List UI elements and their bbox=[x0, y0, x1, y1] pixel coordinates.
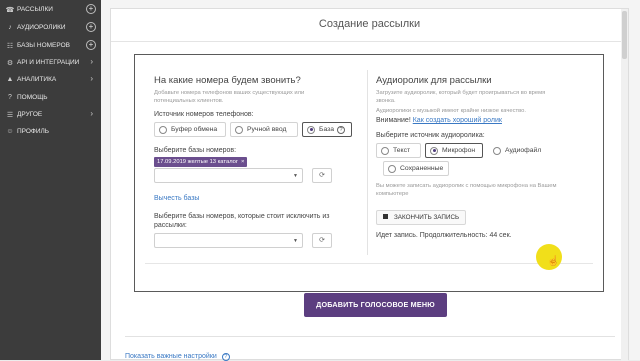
sidebar-item-profile[interactable]: ☺ ПРОФИЛЬ bbox=[0, 123, 101, 140]
audio-hint-line1: Загрузите аудиоролик, который будет прои… bbox=[376, 90, 546, 96]
scrollbar-thumb[interactable] bbox=[622, 11, 627, 59]
scrollbar[interactable] bbox=[621, 9, 628, 361]
radio-circle bbox=[388, 164, 396, 173]
bases-select[interactable]: ▼ bbox=[154, 168, 303, 183]
mailing-settings-box: На какие номера будем звонить? Добавьте … bbox=[134, 54, 604, 292]
radio-circle bbox=[307, 125, 315, 134]
sidebar-item-label: ДРУГОЕ bbox=[17, 111, 43, 118]
sidebar-item-label: АНАЛИТИКА bbox=[17, 76, 57, 83]
refresh-exclude-button[interactable]: ⟳ bbox=[312, 233, 332, 248]
add-voice-menu-button[interactable]: ДОБАВИТЬ ГОЛОСОВОЕ МЕНЮ bbox=[304, 293, 447, 317]
option-label: База bbox=[319, 126, 335, 133]
attention-prefix: Внимание! bbox=[376, 117, 411, 124]
bases-label: Выберите базы номеров: bbox=[154, 147, 237, 154]
database-icon: ☷ bbox=[6, 42, 14, 50]
option-label: Микрофон bbox=[442, 147, 476, 154]
sidebar-item-analytics[interactable]: ▲ АНАЛИТИКА › bbox=[0, 71, 101, 88]
subtract-bases-link[interactable]: Вычесть базы bbox=[154, 195, 199, 202]
sidebar-item-help[interactable]: ? ПОМОЩЬ bbox=[0, 89, 101, 106]
selected-base-tag[interactable]: 17.09.2019 желтые 13 каталог × bbox=[154, 157, 248, 167]
exclude-label-line2: рассылки: bbox=[154, 222, 187, 229]
source-option-clipboard[interactable]: Буфер обмена bbox=[154, 122, 226, 137]
good-clip-link[interactable]: Как создать хороший ролик bbox=[413, 117, 502, 124]
option-label: Буфер обмена bbox=[171, 126, 218, 133]
sidebar-item-label: ПРОФИЛЬ bbox=[17, 128, 50, 135]
sidebar-item-api[interactable]: ⚙ API И ИНТЕГРАЦИИ › bbox=[0, 54, 101, 71]
audio-option-microphone[interactable]: Микрофон bbox=[425, 143, 483, 158]
number-source-label: Источник номеров телефонов: bbox=[154, 111, 254, 118]
refresh-icon: ⟳ bbox=[319, 172, 325, 179]
audio-option-text[interactable]: Текст bbox=[376, 143, 421, 158]
stop-recording-button[interactable]: ЗАКОНЧИТЬ ЗАПИСЬ bbox=[376, 210, 467, 225]
show-settings-label[interactable]: Показать важные настройки bbox=[125, 353, 217, 360]
audio-option-file[interactable]: Аудиофайл bbox=[488, 143, 550, 158]
audio-heading: Аудиоролик для рассылки bbox=[376, 75, 492, 86]
option-label: Аудиофайл bbox=[505, 147, 542, 154]
section-divider bbox=[145, 263, 593, 264]
help-icon: ? bbox=[8, 94, 12, 101]
radio-circle bbox=[159, 125, 167, 134]
page-title: Создание рассылки bbox=[111, 9, 628, 42]
chevron-right-icon: › bbox=[90, 74, 93, 83]
sidebar-item-mailings[interactable]: ☎ РАССЫЛКИ + bbox=[0, 1, 101, 18]
radio-circle bbox=[235, 125, 243, 134]
close-icon[interactable]: × bbox=[241, 159, 244, 165]
refresh-icon: ⟳ bbox=[319, 237, 325, 244]
hand-cursor-icon: ☝ bbox=[547, 256, 560, 267]
sidebar-item-label: РАССЫЛКИ bbox=[17, 6, 53, 13]
refresh-bases-button[interactable]: ⟳ bbox=[312, 168, 332, 183]
option-label: Текст bbox=[393, 147, 411, 154]
audio-hint-line3: Аудиоролики с музыкой имеют крайне низко… bbox=[376, 108, 526, 114]
add-audio-icon[interactable]: + bbox=[86, 22, 96, 32]
chevron-down-icon: ▼ bbox=[293, 238, 298, 244]
sidebar-item-label: API И ИНТЕГРАЦИИ bbox=[17, 59, 80, 66]
recording-status: Идет запись. Продолжительность: 44 сек. bbox=[376, 232, 512, 239]
radio-circle bbox=[493, 146, 501, 155]
radio-circle bbox=[430, 146, 438, 155]
create-mailing-panel: Создание рассылки На какие номера будем … bbox=[110, 8, 629, 361]
audio-icon: ♪ bbox=[8, 24, 12, 31]
main-area: Создание рассылки На какие номера будем … bbox=[101, 0, 640, 361]
chevron-right-icon: › bbox=[90, 109, 93, 118]
stop-icon bbox=[383, 214, 388, 219]
exclude-label-line1: Выберите базы номеров, которые стоит иск… bbox=[154, 213, 330, 220]
sidebar-item-label: ПОМОЩЬ bbox=[17, 94, 48, 101]
add-mailing-icon[interactable]: + bbox=[86, 4, 96, 14]
numbers-hint-line1: Добавьте номера телефонов ваших существу… bbox=[154, 90, 305, 96]
option-label: Ручной ввод bbox=[247, 126, 287, 133]
add-database-icon[interactable]: + bbox=[86, 40, 96, 50]
audio-source-label: Выберите источник аудиоролика: bbox=[376, 132, 485, 139]
sidebar: ☎ РАССЫЛКИ + ♪ АУДИОРОЛИКИ + ☷ БАЗЫ НОМЕ… bbox=[0, 0, 101, 360]
option-label: Сохраненные bbox=[400, 165, 444, 172]
sidebar-item-label: БАЗЫ НОМЕРОВ bbox=[17, 42, 70, 49]
radio-circle bbox=[381, 146, 389, 155]
phone-icon: ☎ bbox=[5, 6, 15, 14]
analytics-icon: ▲ bbox=[6, 76, 14, 83]
audio-hint-line2: звонка. bbox=[376, 98, 396, 104]
sidebar-item-other[interactable]: ☰ ДРУГОЕ › bbox=[0, 106, 101, 123]
chevron-right-icon: › bbox=[90, 57, 93, 66]
source-option-database[interactable]: База ? bbox=[302, 122, 352, 137]
user-icon: ☺ bbox=[6, 128, 14, 135]
numbers-hint-line2: потенциальных клиентов. bbox=[154, 98, 224, 104]
tag-label: 17.09.2019 желтые 13 каталог bbox=[157, 159, 238, 165]
mic-hint-line1: Вы можете записать аудиоролик с помощью … bbox=[376, 183, 557, 189]
source-option-manual[interactable]: Ручной ввод bbox=[230, 122, 298, 137]
column-divider bbox=[367, 70, 368, 255]
question-icon[interactable]: ? bbox=[337, 125, 346, 134]
exclude-bases-select[interactable]: ▼ bbox=[154, 233, 303, 248]
menu-icon: ☰ bbox=[6, 111, 14, 119]
chevron-down-icon: ▼ bbox=[293, 173, 298, 179]
api-icon: ⚙ bbox=[6, 59, 14, 67]
numbers-heading: На какие номера будем звонить? bbox=[154, 75, 301, 86]
attention-line: Внимание! Как создать хороший ролик bbox=[376, 117, 502, 124]
sidebar-item-databases[interactable]: ☷ БАЗЫ НОМЕРОВ + bbox=[0, 37, 101, 54]
mic-hint-line2: компьютере bbox=[376, 191, 409, 197]
sidebar-item-audio[interactable]: ♪ АУДИОРОЛИКИ + bbox=[0, 19, 101, 36]
stop-recording-label: ЗАКОНЧИТЬ ЗАПИСЬ bbox=[394, 214, 460, 221]
sidebar-item-label: АУДИОРОЛИКИ bbox=[17, 24, 66, 31]
audio-option-saved[interactable]: Сохраненные bbox=[383, 161, 449, 176]
bottom-divider bbox=[125, 336, 615, 337]
